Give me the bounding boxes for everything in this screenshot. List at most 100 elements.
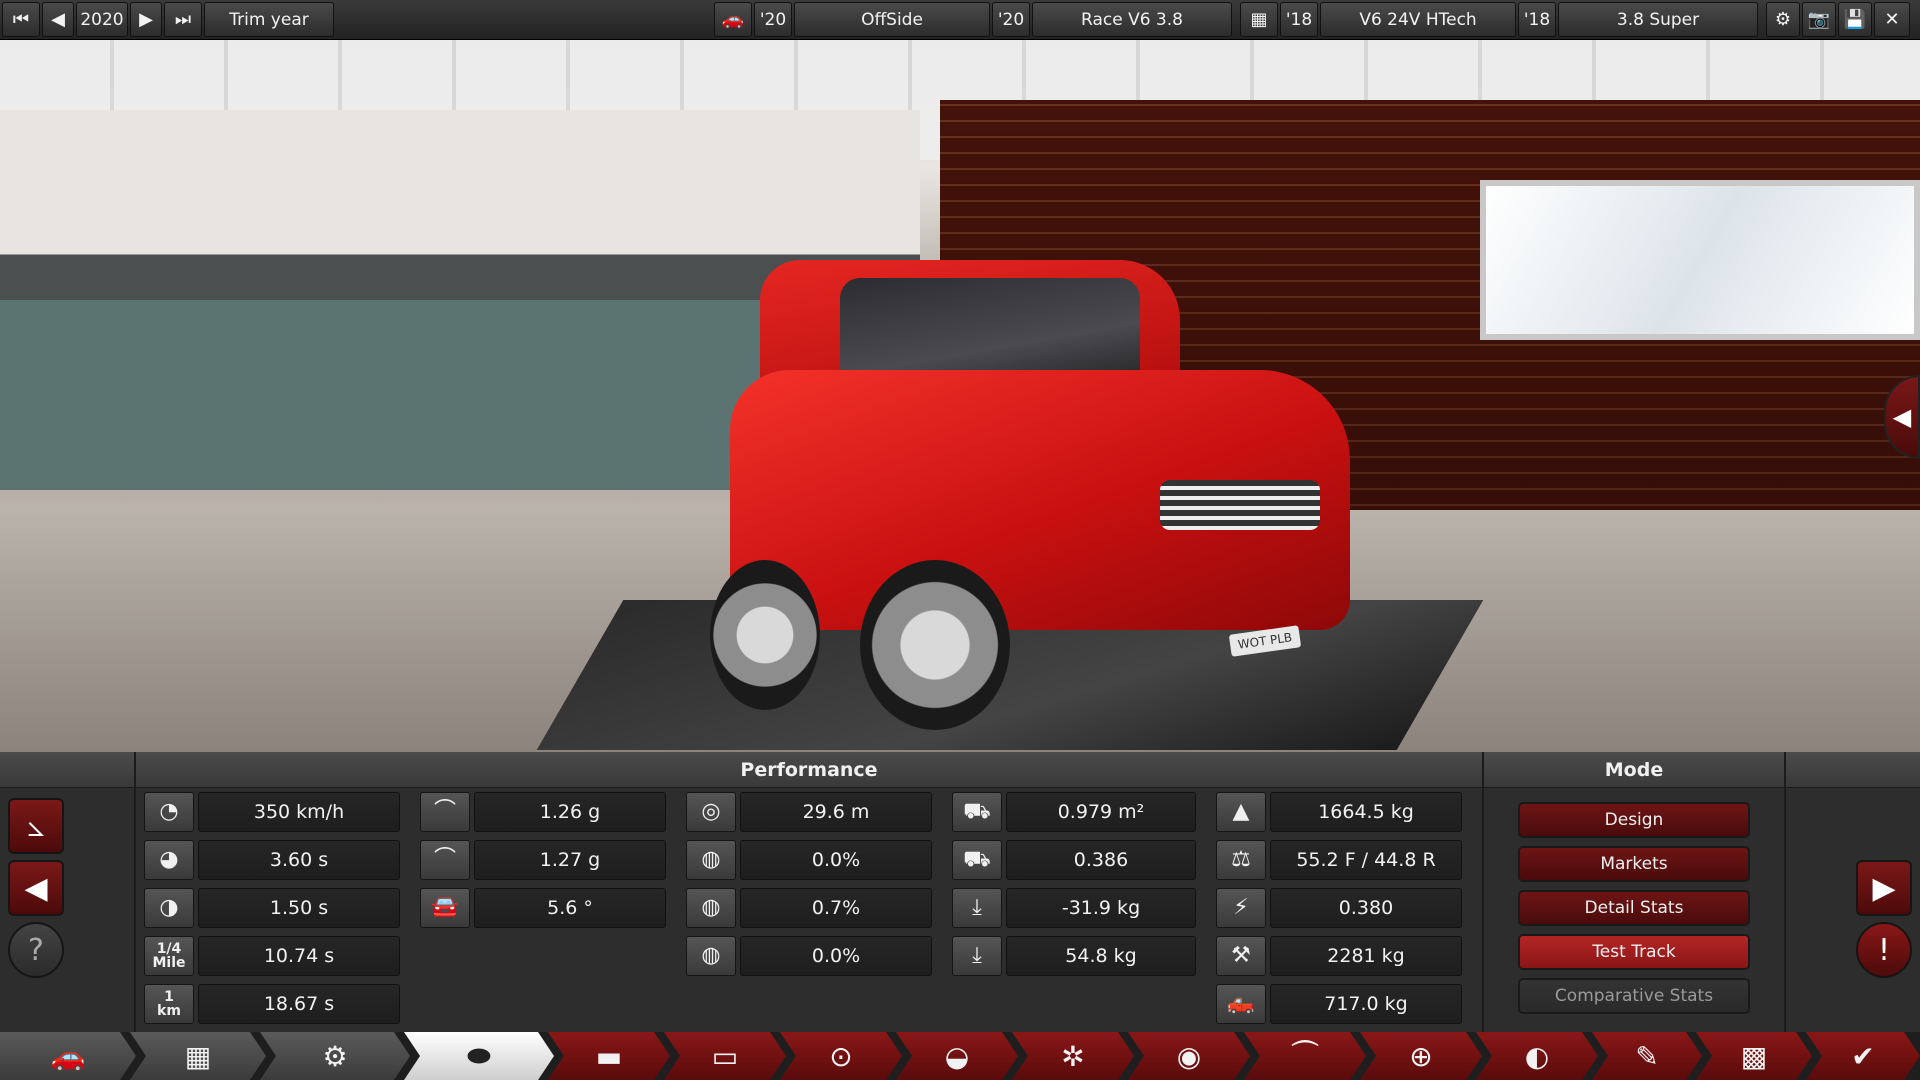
cargo-capacity-icon: 🛻 — [1216, 984, 1266, 1024]
arrow-left-icon: ◀ — [24, 870, 48, 906]
model-year-label: '20 — [754, 2, 792, 37]
quarter-mile-icon: 1/4 Mile — [144, 936, 194, 976]
nav-tyres-tab[interactable]: ◉ — [1128, 1032, 1250, 1080]
engine-variant-selector[interactable]: 3.8 Super — [1558, 2, 1758, 37]
acceleration-0-100-value: 3.60 s — [198, 840, 400, 880]
nav-car-model-tab[interactable]: 🚗 — [0, 1032, 136, 1080]
safety-icon: ◐ — [1524, 1039, 1550, 1073]
top-speed-value: 350 km/h — [198, 792, 400, 832]
year-display: 2020 — [76, 2, 128, 37]
prev-year-icon[interactable]: ◀ — [42, 2, 74, 37]
nav-brakes-tab[interactable]: ◒ — [896, 1032, 1018, 1080]
acceleration-80-120-icon: ◑ — [144, 888, 194, 928]
body-roll-value: 5.6 ° — [474, 888, 666, 928]
question-mark-icon: ? — [28, 932, 44, 968]
car-model-icon[interactable]: 🚗 — [714, 2, 752, 37]
nav-body-tab[interactable]: ⬬ — [404, 1032, 554, 1080]
mode-markets-button[interactable]: Markets — [1518, 846, 1750, 882]
one-km-value: 18.67 s — [198, 984, 400, 1024]
engine-family-selector[interactable]: V6 24V HTech — [1320, 2, 1516, 37]
paint-icon: ✎ — [1635, 1039, 1659, 1073]
trim-year-button[interactable]: Trim year — [204, 2, 334, 37]
chevron-left-icon: ◀ — [1892, 403, 1912, 431]
cargo-capacity-value: 717.0 kg — [1270, 984, 1462, 1024]
axis-angle-icon: ⦣ — [27, 808, 45, 844]
help-button[interactable]: ? — [8, 922, 64, 978]
nav-engine-block-tab[interactable]: ▦ — [130, 1032, 266, 1080]
save-icon[interactable]: 💾 — [1838, 2, 1872, 37]
back-button[interactable]: ◀ — [8, 860, 64, 916]
brake-bias-icon: ◍ — [686, 888, 736, 928]
tyres-icon: ◉ — [1176, 1039, 1202, 1073]
warnings-button[interactable]: ! — [1856, 922, 1912, 978]
mode-test-track-button[interactable]: Test Track — [1518, 934, 1750, 970]
stats-panel: Performance Mode ⦣ ◀ ? ◔ 350 km/h ◕ 3.60… — [0, 752, 1920, 1032]
cornering-low-speed-icon: ⌒ — [420, 792, 470, 832]
nav-wheels-tab[interactable]: ✲ — [1012, 1032, 1134, 1080]
brake-fade-value: 0.0% — [740, 840, 932, 880]
nav-engine-tune-tab[interactable]: ⚙ — [260, 1032, 410, 1080]
mode-design-button[interactable]: Design — [1518, 802, 1750, 838]
right-tools-header — [1786, 752, 1920, 788]
first-year-icon[interactable]: ⏮ — [2, 2, 40, 37]
exclamation-icon: ! — [1877, 932, 1891, 968]
nav-aero-tab[interactable]: ⏜ — [1244, 1032, 1366, 1080]
engine-family-year-label: '18 — [1280, 2, 1318, 37]
nav-safety-tab[interactable]: ◐ — [1476, 1032, 1598, 1080]
nav-chassis-tab[interactable]: ▬ — [548, 1032, 670, 1080]
next-year-icon[interactable]: ▶ — [130, 2, 162, 37]
performance-header: Performance — [136, 752, 1482, 788]
nav-suspension-tab[interactable]: ▭ — [664, 1032, 786, 1080]
towing-capacity-icon: ⚒ — [1216, 936, 1266, 976]
body-roll-icon: 🚘 — [420, 888, 470, 928]
chassis-icon: ▬ — [595, 1039, 623, 1073]
nav-drivetrain-tab[interactable]: ⊙ — [780, 1032, 902, 1080]
camera-icon[interactable]: 📷 — [1802, 2, 1836, 37]
mode-header: Mode — [1484, 752, 1784, 788]
mode-detail-stats-button[interactable]: Detail Stats — [1518, 890, 1750, 926]
engine-block-icon: ▦ — [184, 1039, 212, 1073]
rear-downforce-value: 54.8 kg — [1006, 936, 1196, 976]
frontal-area-value: 0.979 m² — [1006, 792, 1196, 832]
nav-testing-tab[interactable]: ▩ — [1696, 1032, 1812, 1080]
drivetrain-icon: ⊙ — [829, 1039, 853, 1073]
front-downforce-value: -31.9 kg — [1006, 888, 1196, 928]
car-rear-wheel — [710, 560, 820, 710]
close-icon[interactable]: ✕ — [1874, 2, 1910, 37]
frontal-area-icon: ⛟ — [952, 792, 1002, 832]
next-button[interactable]: ▶ — [1856, 860, 1912, 916]
suspension-icon: ▭ — [711, 1039, 739, 1073]
cornering-high-speed-value: 1.27 g — [474, 840, 666, 880]
settings-gear-icon[interactable]: ⚙ — [1766, 2, 1800, 37]
aero-icon: ⏜ — [1291, 1039, 1319, 1072]
body-icon: ⬬ — [467, 1039, 491, 1072]
top-bar: ⏮ ◀ 2020 ▶ ⏭ Trim year 🚗 '20 OffSide '20… — [0, 0, 1920, 40]
car-model-render[interactable]: WOT PLB — [690, 260, 1390, 730]
last-year-icon[interactable]: ⏭ — [164, 2, 202, 37]
top-speed-icon: ◔ — [144, 792, 194, 832]
finish-icon: ✔ — [1851, 1039, 1875, 1073]
nav-interior-tab[interactable]: ⊕ — [1360, 1032, 1482, 1080]
towing-capacity-value: 2281 kg — [1270, 936, 1462, 976]
cornering-low-speed-value: 1.26 g — [474, 792, 666, 832]
one-km-icon-top: 1 — [164, 989, 174, 1005]
front-downforce-icon: ⤓ — [952, 888, 1002, 928]
car-model-icon: 🚗 — [50, 1039, 86, 1073]
trim-year-label: '20 — [992, 2, 1030, 37]
weight-distribution-icon: ⚖ — [1216, 840, 1266, 880]
interior-icon: ⊕ — [1409, 1039, 1433, 1073]
engine-variant-year-label: '18 — [1518, 2, 1556, 37]
engine-icon[interactable]: ▦ — [1240, 2, 1278, 37]
drag-coefficient-icon: ⛟ — [952, 840, 1002, 880]
trim-name-selector[interactable]: Race V6 3.8 — [1032, 2, 1232, 37]
garage-scene-viewport[interactable]: WOT PLB — [0, 40, 1920, 752]
engine-tune-icon: ⚙ — [322, 1039, 348, 1073]
model-name-selector[interactable]: OffSide — [794, 2, 990, 37]
quarter-mile-icon-top: 1/4 — [156, 941, 182, 957]
quarter-mile-value: 10.74 s — [198, 936, 400, 976]
braking-distance-value: 29.6 m — [740, 792, 932, 832]
nav-finish-tab[interactable]: ✔ — [1806, 1032, 1920, 1080]
acceleration-80-120-value: 1.50 s — [198, 888, 400, 928]
camera-angle-button[interactable]: ⦣ — [8, 798, 64, 854]
nav-paint-tab[interactable]: ✎ — [1592, 1032, 1702, 1080]
